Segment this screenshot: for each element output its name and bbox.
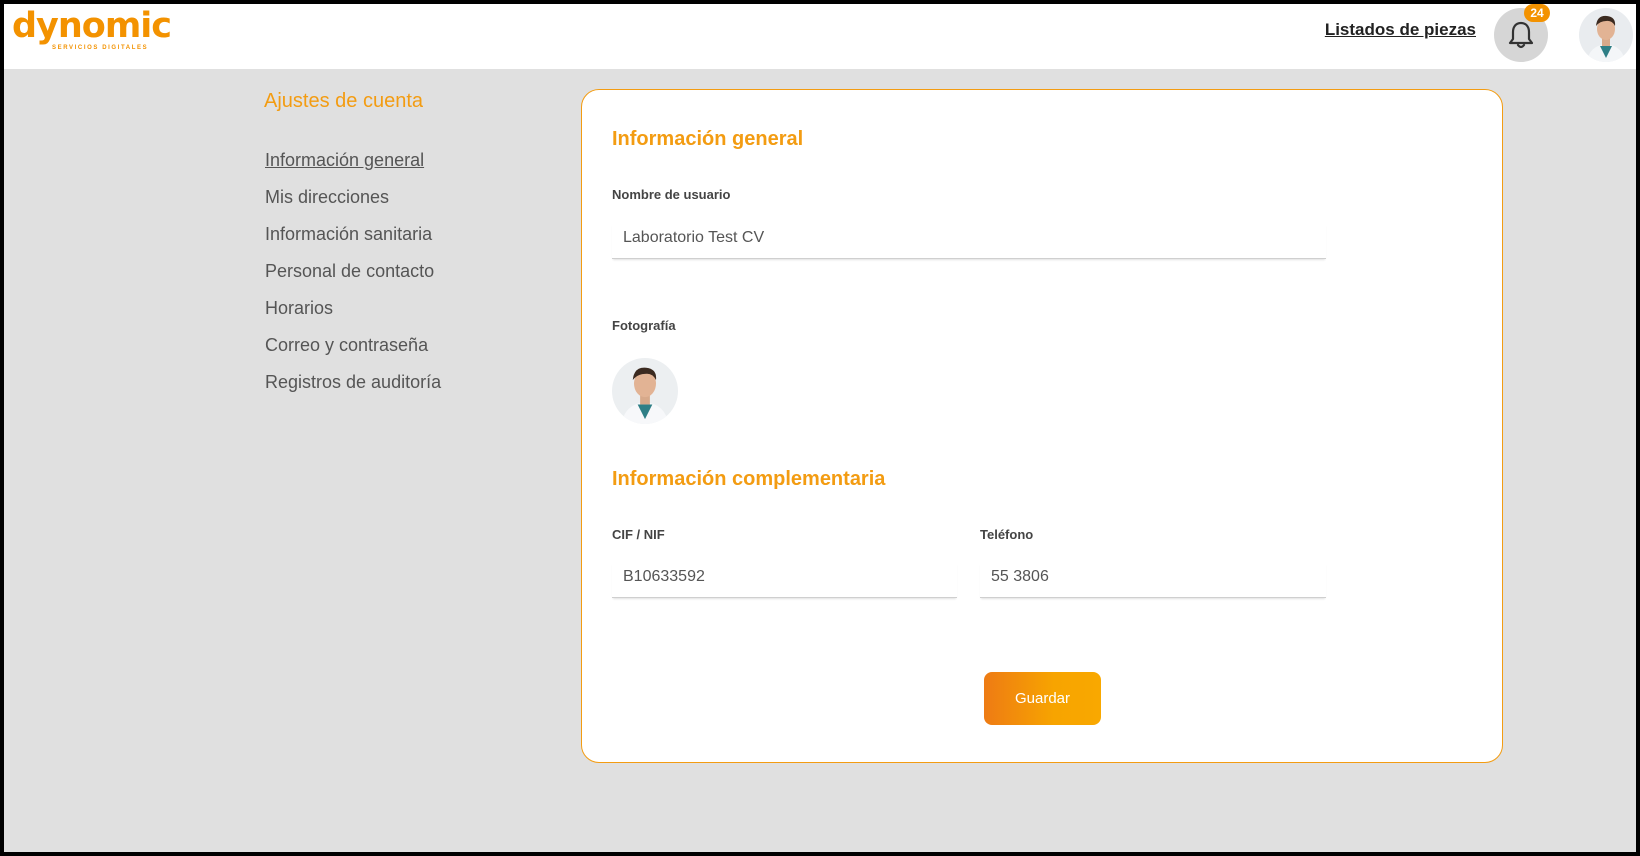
- phone-label: Teléfono: [980, 527, 1034, 542]
- cif-nif-label: CIF / NIF: [612, 527, 665, 542]
- app-frame: dynomic SERVICIOS DIGITALES Listados de …: [4, 4, 1636, 852]
- cif-nif-field[interactable]: B10633592: [612, 562, 957, 598]
- logo-wordmark: dynomic: [12, 6, 172, 46]
- logo-tagline: SERVICIOS DIGITALES: [52, 45, 149, 51]
- general-info-title: Información general: [612, 128, 804, 150]
- sidebar-item-horarios[interactable]: Horarios: [265, 294, 441, 331]
- profile-photo[interactable]: [612, 358, 678, 424]
- sidebar-item-informacion-general[interactable]: Información general: [265, 146, 441, 183]
- complementary-info-title: Información complementaria: [612, 468, 886, 490]
- save-button[interactable]: Guardar: [984, 672, 1101, 725]
- dynomic-logo[interactable]: dynomic SERVICIOS DIGITALES: [12, 6, 172, 56]
- account-settings-card: Información general Nombre de usuario La…: [581, 89, 1503, 763]
- username-field[interactable]: Laboratorio Test CV: [612, 223, 1326, 259]
- notification-count-badge: 24: [1524, 4, 1550, 22]
- photo-label: Fotografía: [612, 318, 676, 333]
- user-avatar[interactable]: [1579, 8, 1633, 62]
- sidebar-menu: Información general Mis direcciones Info…: [265, 146, 441, 405]
- sidebar-item-registros-de-auditoria[interactable]: Registros de auditoría: [265, 368, 441, 405]
- sidebar-item-correo-y-contrasena[interactable]: Correo y contraseña: [265, 331, 441, 368]
- sidebar-title: Ajustes de cuenta: [264, 90, 423, 112]
- avatar-photo: [1579, 8, 1633, 62]
- username-label: Nombre de usuario: [612, 187, 731, 202]
- top-bar: dynomic SERVICIOS DIGITALES Listados de …: [4, 4, 1636, 69]
- phone-field[interactable]: 55 3806: [980, 562, 1326, 598]
- bell-icon: [1508, 21, 1534, 49]
- sidebar-item-informacion-sanitaria[interactable]: Información sanitaria: [265, 220, 441, 257]
- profile-photo-image: [612, 358, 678, 424]
- listados-de-piezas-link[interactable]: Listados de piezas: [1325, 20, 1476, 40]
- sidebar-item-personal-de-contacto[interactable]: Personal de contacto: [265, 257, 441, 294]
- sidebar-item-mis-direcciones[interactable]: Mis direcciones: [265, 183, 441, 220]
